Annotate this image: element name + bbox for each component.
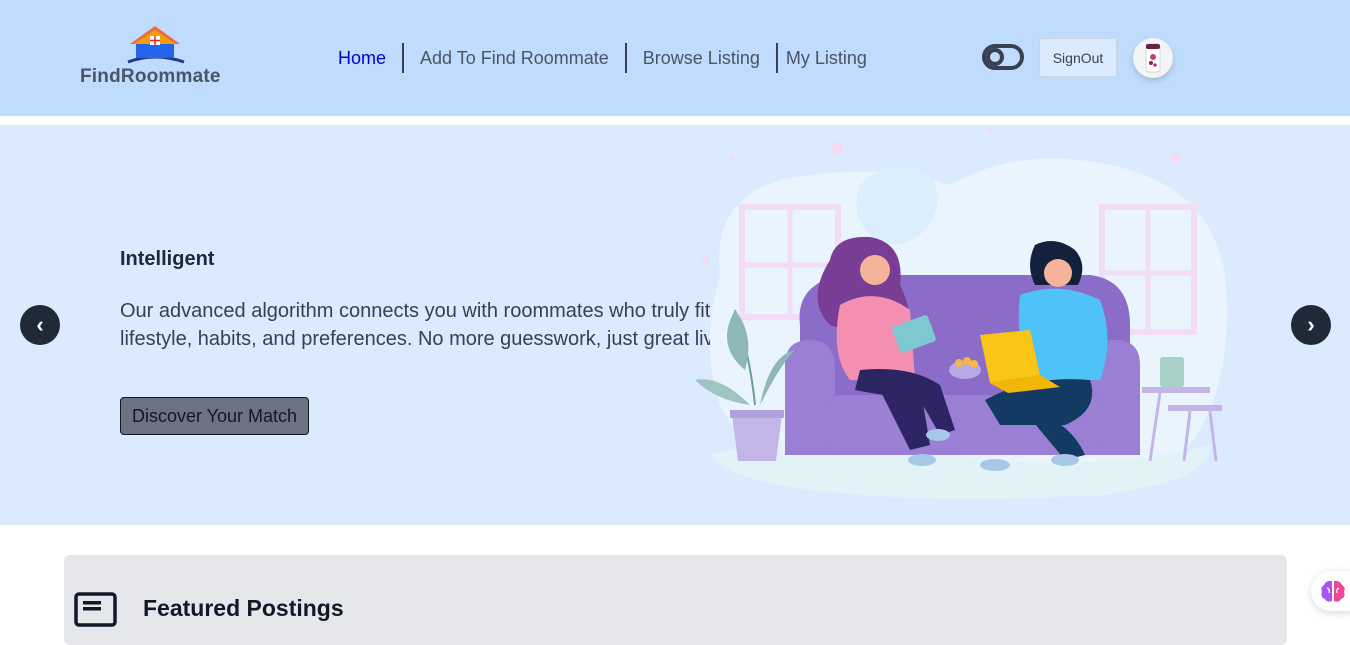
nav-add-roommate[interactable]: Add To Find Roommate (404, 43, 625, 73)
toggle-knob (986, 48, 1004, 66)
nav-my-listing[interactable]: My Listing (778, 43, 883, 73)
navbar: FindRoommate Home Add To Find Roommate B… (0, 0, 1350, 116)
avatar[interactable] (1133, 38, 1173, 78)
postings-card-icon (74, 592, 117, 627)
signout-button[interactable]: SignOut (1039, 38, 1117, 77)
main-nav: Home Add To Find Roommate Browse Listing… (330, 40, 883, 76)
logo-text: FindRoommate (80, 66, 221, 87)
brain-icon (1321, 580, 1345, 602)
carousel-prev-button[interactable]: ‹ (20, 305, 60, 345)
featured-postings-section: Featured Postings (64, 555, 1287, 645)
hero-description: Our advanced algorithm connects you with… (120, 300, 755, 350)
assistant-button[interactable] (1311, 571, 1350, 611)
theme-toggle-icon[interactable] (982, 44, 1024, 70)
carousel-next-button[interactable]: › (1291, 305, 1331, 345)
hero-title: Intelligent (120, 248, 215, 270)
discover-match-button[interactable]: Discover Your Match (120, 397, 309, 435)
logo[interactable]: FindRoommate (80, 22, 230, 88)
nav-browse-listing[interactable]: Browse Listing (627, 43, 776, 73)
hero-carousel: Intelligent Our advanced algorithm conne… (0, 125, 1350, 525)
house-logo-icon (127, 26, 185, 64)
user-avatar-icon (1145, 43, 1161, 73)
nav-home[interactable]: Home (330, 43, 402, 73)
roommates-illustration (695, 128, 1227, 499)
featured-postings-title: Featured Postings (143, 595, 344, 621)
